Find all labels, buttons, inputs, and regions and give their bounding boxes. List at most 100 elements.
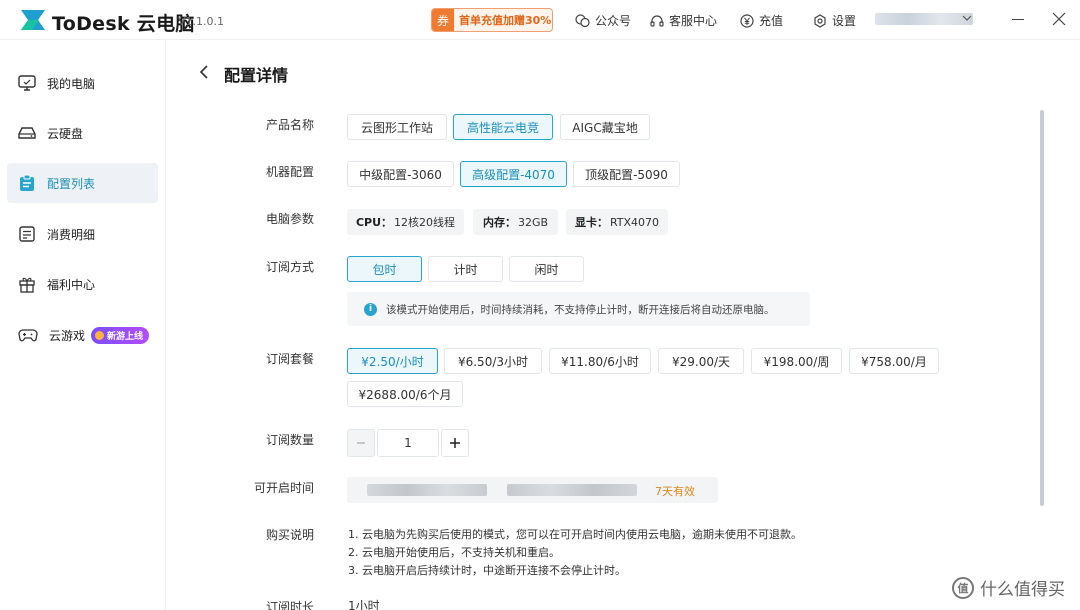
start-time-label: 可开启时间 [254, 481, 315, 495]
chat-icon [575, 13, 590, 27]
sidebar-item-cloud-games[interactable]: 云游戏 新游上线 [7, 315, 158, 355]
plus-icon [450, 438, 460, 448]
recharge-label: 充值 [759, 14, 784, 28]
product-option-aigc[interactable]: AIGC藏宝地 [560, 114, 650, 140]
promo-banner[interactable]: 券 首单充值加赠30% [431, 8, 553, 32]
watermark-text: 什么值得买 [980, 580, 1065, 600]
info-icon: i [364, 302, 377, 316]
minus-icon [357, 442, 365, 444]
close-icon[interactable] [1052, 12, 1066, 26]
end-time-blurred [507, 484, 637, 496]
sidebar-item-config-list[interactable]: 配置列表 [7, 163, 158, 203]
validity-text: 7天有效 [655, 485, 695, 498]
product-option-graphics[interactable]: 云图形工作站 [347, 114, 447, 140]
mode-notice-text: 该模式开始使用后，时间持续消耗，不支持停止计时，断开连接后将自动还原电脑。 [386, 303, 775, 316]
mode-option-idle[interactable]: 闲时 [509, 256, 584, 282]
sidebar-item-label: 云硬盘 [47, 126, 84, 141]
spec-gpu-value: RTX4070 [609, 215, 660, 229]
mode-notice: i 该模式开始使用后，时间持续消耗，不支持停止计时，断开连接后将自动还原电脑。 [347, 292, 810, 326]
spec-gpu: 显卡： RTX4070 [566, 209, 668, 235]
quantity-label: 订阅数量 [266, 433, 315, 447]
app-brand: ToDesk 云电脑 [52, 13, 195, 35]
settings-button[interactable]: 设置 [813, 12, 856, 29]
sidebar: 我的电脑 云硬盘 配置列表 消费明细 福利中心 云游戏 新游上线 [0, 40, 166, 610]
scrollbar[interactable] [1040, 110, 1044, 506]
machine-option-4070[interactable]: 高级配置-4070 [460, 161, 567, 187]
sidebar-item-label: 福利中心 [47, 277, 96, 292]
purchase-note-1: 1. 云电脑为先购买后使用的模式，您可以在可开启时间内使用云电脑，逾期未使用不可… [348, 528, 802, 541]
sidebar-item-my-computer[interactable]: 我的电脑 [7, 63, 158, 103]
machine-option-5090[interactable]: 顶级配置-5090 [573, 161, 680, 187]
spec-memory: 内存： 32GB [473, 209, 558, 235]
spec-memory-value: 32GB [517, 215, 549, 229]
params-label: 电脑参数 [266, 212, 315, 226]
spec-memory-key: 内存： [482, 216, 516, 229]
watermark: 值 什么值得买 [952, 575, 1065, 600]
machine-label: 机器配置 [266, 165, 315, 179]
coupon-badge: 券 [432, 9, 454, 31]
clipboard-icon [20, 174, 34, 191]
title-bar: ToDesk 云电脑 V1.1.0.1 券 首单充值加赠30% 公众号 客服中心… [0, 0, 1080, 40]
gear-icon [814, 13, 826, 28]
fire-icon [95, 330, 105, 340]
settings-label: 设置 [832, 14, 857, 28]
sidebar-item-cloud-disk[interactable]: 云硬盘 [7, 113, 158, 153]
package-option-1h[interactable]: ¥2.50/小时 [347, 348, 438, 374]
package-option-3h[interactable]: ¥6.50/3小时 [444, 348, 542, 374]
sidebar-item-label: 云游戏 [49, 328, 86, 343]
machine-option-3060[interactable]: 中级配置-3060 [347, 161, 454, 187]
yuan-icon [740, 13, 754, 28]
new-games-badge-text: 新游上线 [107, 331, 144, 342]
mode-option-timed[interactable]: 计时 [428, 256, 503, 282]
promo-text: 首单充值加赠30% [459, 14, 552, 27]
user-account-blurred[interactable] [875, 13, 973, 25]
gamepad-icon [18, 329, 38, 342]
monitor-icon [18, 75, 36, 91]
official-account-button[interactable]: 公众号 [575, 12, 631, 29]
package-option-week[interactable]: ¥198.00/周 [751, 348, 842, 374]
package-label: 订阅套餐 [266, 352, 315, 366]
duration-label: 订阅时长 [266, 600, 315, 610]
app-version: V1.1.0.1 [178, 15, 225, 28]
sidebar-item-label: 配置列表 [47, 176, 96, 191]
official-account-label: 公众号 [595, 14, 632, 28]
spec-cpu-key: CPU： [355, 216, 393, 229]
new-games-badge: 新游上线 [91, 326, 150, 344]
package-option-month[interactable]: ¥758.00/月 [849, 348, 939, 374]
sidebar-item-label: 消费明细 [47, 227, 96, 242]
customer-service-button[interactable]: 客服中心 [650, 12, 717, 29]
sidebar-item-rewards[interactable]: 福利中心 [7, 264, 158, 304]
chevron-down-icon[interactable] [962, 13, 972, 23]
recharge-button[interactable]: 充值 [740, 12, 783, 29]
gift-icon [19, 277, 35, 293]
product-option-esports[interactable]: 高性能云电竞 [453, 114, 553, 140]
disk-icon [18, 127, 36, 139]
mode-option-hourly[interactable]: 包时 [347, 256, 422, 282]
spec-cpu-value: 12核20线程 [394, 216, 456, 229]
minimize-button[interactable] [1012, 19, 1024, 20]
spec-cpu: CPU： 12核20线程 [347, 209, 464, 235]
back-arrow-icon[interactable] [199, 65, 211, 79]
purchase-note-3: 3. 云电脑开启后持续计时，中途断开连接不会停止计时。 [348, 564, 626, 577]
bill-icon [19, 226, 35, 242]
package-option-6h[interactable]: ¥11.80/6小时 [549, 348, 651, 374]
product-label: 产品名称 [266, 118, 315, 132]
page-title: 配置详情 [224, 66, 289, 85]
headset-icon [650, 14, 664, 27]
duration-value: 1小时 [348, 599, 380, 610]
quantity-increment-button[interactable] [441, 429, 469, 457]
quantity-input[interactable]: 1 [377, 429, 439, 457]
package-option-6months[interactable]: ¥2688.00/6个月 [347, 381, 463, 407]
spec-gpu-key: 显卡： [574, 216, 608, 229]
sidebar-item-label: 我的电脑 [47, 76, 96, 91]
purchase-label: 购买说明 [266, 528, 315, 542]
quantity-decrement-button[interactable] [347, 429, 375, 457]
start-time-blurred [367, 484, 487, 496]
customer-service-label: 客服中心 [669, 14, 718, 28]
sidebar-item-billing[interactable]: 消费明细 [7, 214, 158, 254]
todesk-logo-icon [21, 10, 45, 30]
watermark-icon: 值 [952, 576, 974, 599]
start-time-range: 7天有效 [347, 477, 718, 503]
package-option-day[interactable]: ¥29.00/天 [658, 348, 744, 374]
mode-label: 订阅方式 [266, 260, 315, 274]
